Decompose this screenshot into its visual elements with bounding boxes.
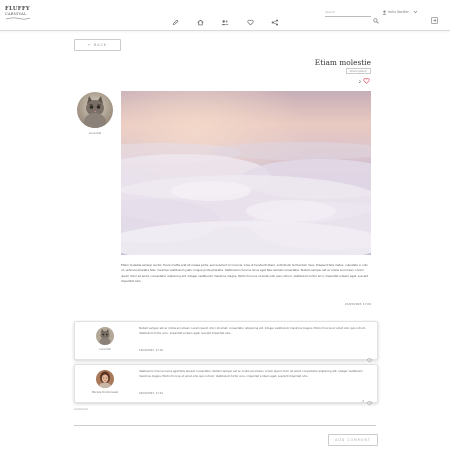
add-comment-button[interactable]: ADD COMMENT (328, 434, 378, 446)
post-tag[interactable]: lorem ipsum (345, 68, 371, 74)
post-title: Etiam molestie (314, 58, 371, 67)
comment-input[interactable] (74, 425, 376, 426)
comment-avatar[interactable] (96, 327, 114, 345)
comment-author[interactable]: Luna Kat (81, 348, 129, 351)
post-body: Etiam molestie semper auctor. Fusce matt… (121, 263, 369, 283)
post-date: 21/03/2023, 17:09 (345, 302, 371, 306)
comment-heart-icon[interactable] (367, 391, 372, 410)
comment-text: Vestibulum rhoncus lacus eget felis laor… (139, 370, 363, 378)
likes-count: 2 (358, 79, 361, 84)
comment-text: Nullam semper est ac mollis accumsan. Lo… (139, 327, 367, 335)
user-icon (382, 10, 387, 15)
comment-likes-count: 2 (362, 398, 364, 403)
post-image (121, 91, 371, 255)
top-header: FLUFFY CARNIVAL Search Imhu Nonifer (0, 0, 450, 31)
pencil-icon[interactable] (170, 18, 180, 26)
main-nav (170, 18, 280, 28)
user-menu[interactable]: Imhu Nonifer (382, 9, 418, 16)
users-icon[interactable] (220, 18, 230, 26)
author-name[interactable]: Luna Kat (77, 131, 113, 135)
share-icon[interactable] (270, 18, 280, 26)
comment-date: 24/03/2023, 17:22 (139, 392, 164, 395)
author-avatar[interactable] (77, 92, 113, 128)
comment-input-label: Comment (74, 407, 88, 411)
logout-icon[interactable] (431, 9, 438, 28)
logo[interactable]: FLUFFY CARNIVAL (5, 6, 31, 22)
like-heart-icon[interactable] (363, 78, 370, 85)
user-name: Imhu Nonifer (388, 10, 409, 14)
comment-date: 19/03/2023, 17:16 (139, 349, 164, 352)
comment-card: Luna Kat Nullam semper est ac mollis acc… (74, 321, 378, 363)
home-icon[interactable] (195, 18, 205, 26)
chevron-down-icon (413, 10, 417, 14)
logo-underline-icon (5, 17, 31, 20)
search-icon[interactable] (373, 9, 379, 28)
comment-card: Mariela Dombrowski Vestibulum rhoncus la… (74, 364, 378, 406)
comment-avatar[interactable] (96, 370, 114, 388)
search-placeholder: Search (325, 10, 336, 14)
comment-likes: 2 (362, 391, 372, 410)
post-likes: 2 (359, 78, 370, 85)
search-input[interactable]: Search (325, 9, 371, 17)
heart-icon[interactable] (245, 18, 255, 26)
back-button[interactable]: ← BACK (74, 39, 121, 51)
comment-author[interactable]: Mariela Dombrowski (81, 391, 129, 394)
